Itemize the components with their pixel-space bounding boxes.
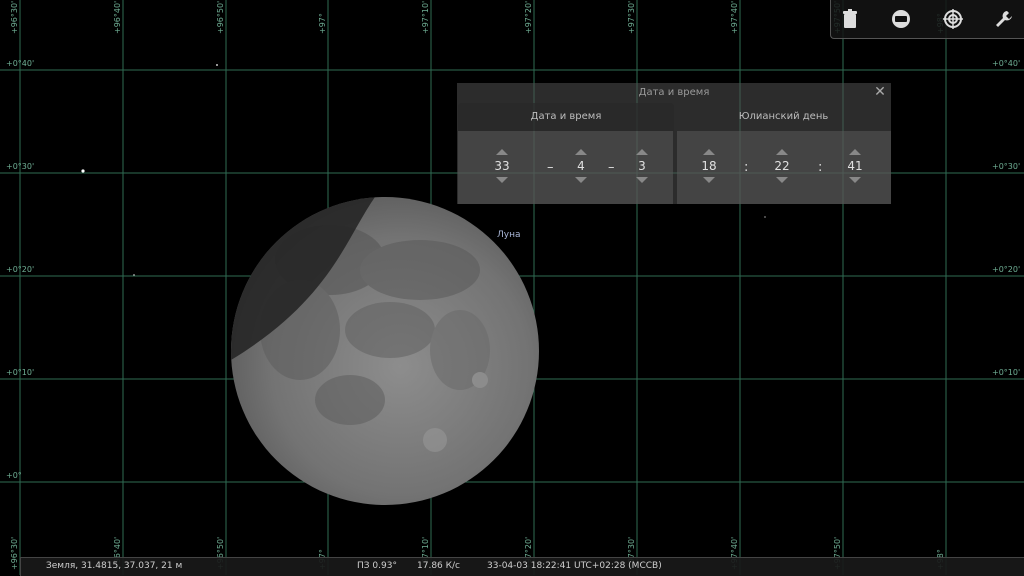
hour-up-icon[interactable] bbox=[703, 149, 715, 155]
ra-label-bottom: +96°30' bbox=[10, 536, 19, 570]
second-up-icon[interactable] bbox=[849, 149, 861, 155]
moon[interactable] bbox=[231, 197, 539, 505]
year-up-icon[interactable] bbox=[496, 149, 508, 155]
dec-label-left: +0°40' bbox=[6, 59, 35, 68]
day-value[interactable]: 3 bbox=[627, 159, 657, 173]
ra-label-top: +96°40' bbox=[113, 0, 122, 34]
dec-label-left: +0°20' bbox=[6, 265, 35, 274]
day-up-icon[interactable] bbox=[636, 149, 648, 155]
minute-spinner[interactable]: 22 bbox=[767, 149, 797, 183]
close-icon[interactable]: ✕ bbox=[872, 84, 888, 100]
second-down-icon[interactable] bbox=[849, 177, 861, 183]
time-separator: : bbox=[818, 160, 823, 175]
minute-down-icon[interactable] bbox=[776, 177, 788, 183]
second-value[interactable]: 41 bbox=[840, 159, 870, 173]
month-value[interactable]: 4 bbox=[566, 159, 596, 173]
datetime-text[interactable]: 33-04-03 18:22:41 UTC+02:28 (МССВ) bbox=[487, 561, 662, 571]
year-spinner[interactable]: 33 bbox=[487, 149, 517, 183]
tab-date-time[interactable]: Дата и время bbox=[458, 103, 674, 131]
ra-label-top: +97°40' bbox=[730, 0, 739, 34]
ra-label-top: +96°30' bbox=[10, 0, 19, 34]
day-down-icon[interactable] bbox=[636, 177, 648, 183]
date-panel: 33 – 4 – 3 bbox=[458, 131, 673, 204]
status-bar: Земля, 31.4815, 37.037, 21 м ПЗ 0.93° 17… bbox=[20, 557, 1024, 576]
dec-label-left: +0°10' bbox=[6, 368, 35, 377]
toolbar bbox=[830, 0, 1024, 39]
fov-text[interactable]: ПЗ 0.93° bbox=[357, 561, 397, 571]
location-text[interactable]: Земля, 31.4815, 37.037, 21 м bbox=[46, 561, 182, 571]
date-separator: – bbox=[608, 160, 615, 175]
second-spinner[interactable]: 41 bbox=[840, 149, 870, 183]
hour-value[interactable]: 18 bbox=[694, 159, 724, 173]
month-up-icon[interactable] bbox=[575, 149, 587, 155]
trash-icon[interactable] bbox=[839, 8, 861, 30]
ra-label-top: +97°20' bbox=[524, 0, 533, 34]
wrench-icon[interactable] bbox=[993, 8, 1015, 30]
ra-label-top: +96°50' bbox=[216, 0, 225, 34]
time-separator: : bbox=[744, 160, 749, 175]
ra-label-top: +97° bbox=[318, 13, 327, 34]
ra-label-top: +97°10' bbox=[421, 0, 430, 34]
day-spinner[interactable]: 3 bbox=[627, 149, 657, 183]
dec-label-right: +0°20' bbox=[992, 265, 1021, 274]
target-icon[interactable] bbox=[942, 8, 964, 30]
fps-text[interactable]: 17.86 К/с bbox=[417, 561, 460, 571]
dec-label-left: +0°30' bbox=[6, 162, 35, 171]
year-value[interactable]: 33 bbox=[487, 159, 517, 173]
hour-down-icon[interactable] bbox=[703, 177, 715, 183]
date-time-dialog: Дата и время ✕ Дата и время Юлианский де… bbox=[457, 83, 891, 204]
screen-icon[interactable] bbox=[890, 8, 912, 30]
time-panel: 18 : 22 : 41 bbox=[677, 131, 891, 204]
minute-value[interactable]: 22 bbox=[767, 159, 797, 173]
year-down-icon[interactable] bbox=[496, 177, 508, 183]
month-down-icon[interactable] bbox=[575, 177, 587, 183]
dec-label-right: +0°10' bbox=[992, 368, 1021, 377]
moon-label[interactable]: Луна bbox=[497, 230, 521, 240]
dec-label-right: +0°30' bbox=[992, 162, 1021, 171]
dialog-title[interactable]: Дата и время bbox=[457, 83, 891, 103]
dec-label-right: +0°40' bbox=[992, 59, 1021, 68]
hour-spinner[interactable]: 18 bbox=[694, 149, 724, 183]
month-spinner[interactable]: 4 bbox=[566, 149, 596, 183]
tab-julian-day[interactable]: Юлианский день bbox=[676, 103, 891, 131]
minute-up-icon[interactable] bbox=[776, 149, 788, 155]
dec-label-left: +0° bbox=[6, 471, 22, 480]
ra-label-top: +97°30' bbox=[627, 0, 636, 34]
date-separator: – bbox=[547, 160, 554, 175]
